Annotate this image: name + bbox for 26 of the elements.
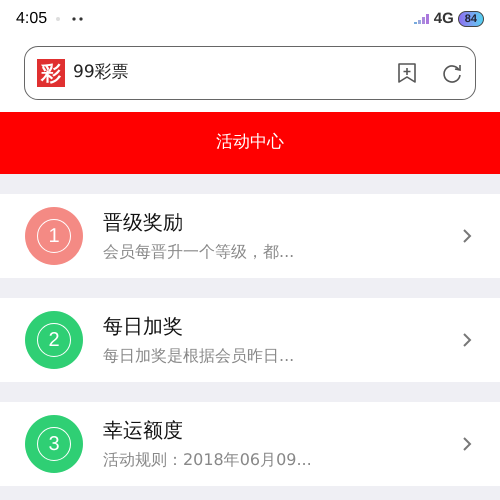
activity-title: 每日加奖 <box>103 313 184 339</box>
activity-description: 每日加奖是根据会员昨日... <box>103 345 296 367</box>
activity-title: 幸运额度 <box>103 417 184 443</box>
battery-indicator: 84 <box>458 11 484 27</box>
notification-dots-icon <box>55 16 86 22</box>
number-badge: 1 <box>25 207 83 265</box>
number-badge: 2 <box>25 311 83 369</box>
activity-title: 晋级奖励 <box>103 209 184 235</box>
activity-item[interactable]: 2 每日加奖 每日加奖是根据会员昨日... <box>0 298 500 382</box>
activity-description: 会员每晋升一个等级，都... <box>103 241 296 263</box>
app-logo: 彩 <box>37 59 65 87</box>
header-bar: 活动中心 <box>0 112 500 174</box>
chevron-right-icon <box>462 228 472 244</box>
address-bar[interactable]: 彩 99彩票 <box>24 46 476 100</box>
signal-icon <box>414 13 430 25</box>
bookmark-add-icon[interactable] <box>397 62 417 84</box>
number-badge: 3 <box>25 415 83 473</box>
activity-description: 活动规则：2018年06月09... <box>103 449 313 471</box>
refresh-icon[interactable] <box>441 62 463 84</box>
page-title: 99彩票 <box>73 61 130 84</box>
activity-item[interactable]: 3 幸运额度 活动规则：2018年06月09... <box>0 402 500 486</box>
activity-item[interactable]: 1 晋级奖励 会员每晋升一个等级，都... <box>0 194 500 278</box>
status-time: 4:05 <box>16 9 48 29</box>
chevron-right-icon <box>462 436 472 452</box>
chevron-right-icon <box>462 332 472 348</box>
network-label: 4G <box>434 8 454 29</box>
